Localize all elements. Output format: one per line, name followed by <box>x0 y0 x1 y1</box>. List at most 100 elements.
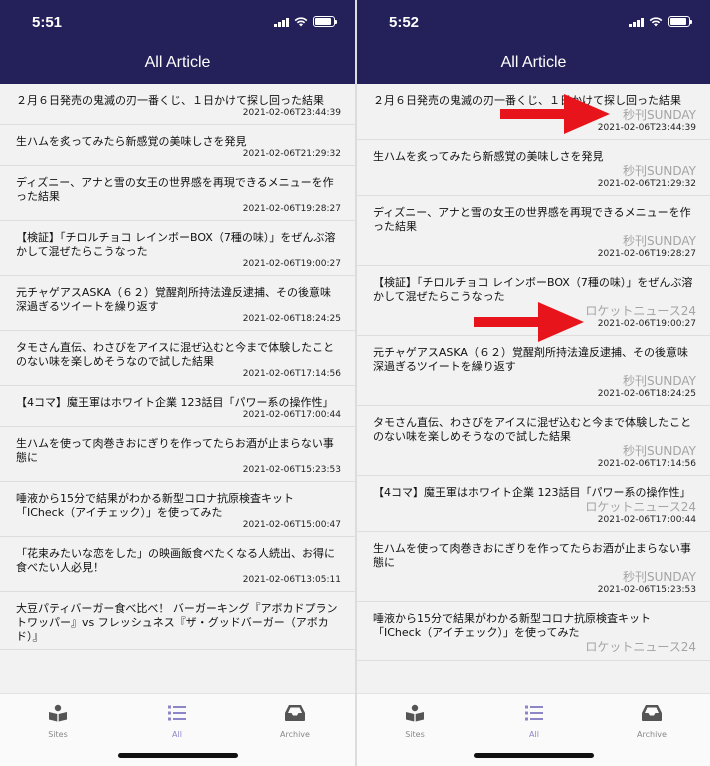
article-title: 「花束みたいな恋をした」の映画飯食べたくなる人続出、お得に食べたい人必見！ <box>16 547 335 574</box>
article-title: ２月６日発売の鬼滅の刃一番くじ、１日かけて探し回った結果 <box>16 94 324 107</box>
list-item[interactable]: 元チャゲアスASKA（６２）覚醒剤所持法違反逮捕、その後意味深過ぎるツイートを繰… <box>0 276 355 331</box>
list-item[interactable]: 元チャゲアスASKA（６２）覚醒剤所持法違反逮捕、その後意味深過ぎるツイートを繰… <box>357 336 710 406</box>
wifi-icon <box>294 17 308 27</box>
tab-label: Archive <box>280 730 310 739</box>
list-item[interactable]: ２月６日発売の鬼滅の刃一番くじ、１日かけて探し回った結果 2021-02-06T2… <box>0 84 355 125</box>
list-item[interactable]: 唾液から15分で結果がわかる新型コロナ抗原検査キット「ICheck（アイチェック… <box>0 482 355 537</box>
tab-label: Sites <box>405 730 425 739</box>
list-item[interactable]: 大豆パティバーガー食べ比べ！ バーガーキング『アボカドプラントワッパー』vs フ… <box>0 592 355 650</box>
article-title: 唾液から15分で結果がわかる新型コロナ抗原検査キット「ICheck（アイチェック… <box>16 492 294 519</box>
tab-archive[interactable]: Archive <box>612 704 692 739</box>
article-title: 元チャゲアスASKA（６２）覚醒剤所持法違反逮捕、その後意味深過ぎるツイートを繰… <box>16 286 331 313</box>
page-title: All Article <box>500 54 567 71</box>
article-source: 秒刊SUNDAY <box>622 570 696 584</box>
list-item[interactable]: 「花束みたいな恋をした」の映画飯食べたくなる人続出、お得に食べたい人必見！ 202… <box>0 537 355 592</box>
article-date: 2021-02-06T17:14:56 <box>242 369 341 379</box>
tab-label: Archive <box>637 730 667 739</box>
list-item[interactable]: タモさん直伝、わさびをアイスに混ぜ込むと今まで体験したことのない味を楽しめそうな… <box>357 406 710 476</box>
signal-icon <box>629 17 644 27</box>
article-title: ディズニー、アナと雪の女王の世界感を再現できるメニューを作った結果 <box>16 176 334 203</box>
status-icons <box>629 16 692 27</box>
list-item[interactable]: 唾液から15分で結果がわかる新型コロナ抗原検査キット「ICheck（アイチェック… <box>357 602 710 661</box>
article-title: タモさん直伝、わさびをアイスに混ぜ込むと今まで体験したことのない味を楽しめそうな… <box>373 416 692 443</box>
tab-all[interactable]: All <box>494 704 574 739</box>
list-item[interactable]: ディズニー、アナと雪の女王の世界感を再現できるメニューを作った結果 2021-02… <box>0 166 355 221</box>
article-date: 2021-02-06T17:00:44 <box>597 515 696 525</box>
list-icon <box>137 704 217 726</box>
annotation-arrow-icon <box>474 302 584 342</box>
tab-label: All <box>529 730 539 739</box>
article-date: 2021-02-06T15:23:53 <box>242 465 341 475</box>
article-date: 2021-02-06T17:00:44 <box>242 410 341 420</box>
tab-all[interactable]: All <box>137 704 217 739</box>
article-date: 2021-02-06T17:14:56 <box>597 459 696 469</box>
inbox-icon <box>255 704 335 726</box>
article-date: 2021-02-06T18:24:25 <box>597 389 696 399</box>
tab-bar: Sites All Archive <box>0 693 355 766</box>
inbox-icon <box>612 704 692 726</box>
status-icons <box>274 16 337 27</box>
tab-bar: Sites All Archive <box>357 693 710 766</box>
list-item[interactable]: 生ハムを炙ってみたら新感覚の美味しさを発見秒刊SUNDAY 2021-02-06T… <box>357 140 710 196</box>
article-title: 生ハムを炙ってみたら新感覚の美味しさを発見 <box>16 135 247 148</box>
tab-sites[interactable]: Sites <box>18 704 98 739</box>
article-title: 【4コマ】魔王軍はホワイト企業 123話目「パワー系の操作性」 <box>16 396 334 409</box>
status-time: 5:52 <box>389 14 420 31</box>
annotation-arrow-icon <box>500 94 610 134</box>
article-source: 秒刊SUNDAY <box>622 234 696 248</box>
home-indicator <box>117 753 238 758</box>
article-date: 2021-02-06T15:00:47 <box>242 520 341 530</box>
list-item[interactable]: 生ハムを使って肉巻きおにぎりを作ってたらお酒が止まらない事態に 秒刊SUNDAY 2… <box>357 532 710 602</box>
book-reader-icon <box>375 704 455 726</box>
article-date: 2021-02-06T21:29:32 <box>597 179 696 189</box>
list-item[interactable]: ディズニー、アナと雪の女王の世界感を再現できるメニューを作った結果 秒刊SUNDA… <box>357 196 710 266</box>
list-item[interactable]: タモさん直伝、わさびをアイスに混ぜ込むと今まで体験したことのない味を楽しめそうな… <box>0 331 355 386</box>
article-source: 秒刊SUNDAY <box>622 374 696 388</box>
header-bar: 5:51 All Article <box>0 0 355 84</box>
page-title: All Article <box>144 54 211 71</box>
article-source: ロケットニュース24 <box>585 640 696 654</box>
list-icon <box>494 704 574 726</box>
article-date: 2021-02-06T23:44:39 <box>242 108 341 118</box>
tab-label: All <box>172 730 182 739</box>
article-list[interactable]: ２月６日発売の鬼滅の刃一番くじ、１日かけて探し回った結果 2021-02-06T2… <box>0 84 355 694</box>
tab-sites[interactable]: Sites <box>375 704 455 739</box>
article-date: 2021-02-06T18:24:25 <box>242 314 341 324</box>
article-title: タモさん直伝、わさびをアイスに混ぜ込むと今まで体験したことのない味を楽しめそうな… <box>16 341 335 368</box>
battery-icon <box>313 16 337 27</box>
article-title: 元チャゲアスASKA（６２）覚醒剤所持法違反逮捕、その後意味深過ぎるツイートを繰… <box>373 346 688 373</box>
article-title: 大豆パティバーガー食べ比べ！ バーガーキング『アボカドプラントワッパー』vs フ… <box>16 602 338 643</box>
list-item[interactable]: 生ハムを炙ってみたら新感覚の美味しさを発見 2021-02-06T21:29:32 <box>0 125 355 166</box>
tab-label: Sites <box>48 730 68 739</box>
header-bar: 5:52 All Article <box>357 0 710 84</box>
signal-icon <box>274 17 289 27</box>
article-date: 2021-02-06T15:23:53 <box>597 585 696 595</box>
list-item[interactable]: 【検証】「チロルチョコ レインボーBOX（7種の味）」をぜんぶ溶かして混ぜたらこ… <box>0 221 355 276</box>
article-title: 生ハムを使って肉巻きおにぎりを作ってたらお酒が止まらない事態に <box>16 437 334 464</box>
article-title: 生ハムを炙ってみたら新感覚の美味しさを発見 <box>373 150 604 163</box>
article-date: 2021-02-06T21:29:32 <box>242 149 341 159</box>
article-title: ディズニー、アナと雪の女王の世界感を再現できるメニューを作った結果 <box>373 206 691 233</box>
home-indicator <box>473 753 594 758</box>
article-title: 生ハムを使って肉巻きおにぎりを作ってたらお酒が止まらない事態に <box>373 542 691 569</box>
article-source: 秒刊SUNDAY <box>622 444 696 458</box>
tab-archive[interactable]: Archive <box>255 704 335 739</box>
wifi-icon <box>649 17 663 27</box>
battery-icon <box>668 16 692 27</box>
list-item[interactable]: 生ハムを使って肉巻きおにぎりを作ってたらお酒が止まらない事態に 2021-02-0… <box>0 427 355 482</box>
list-item[interactable]: 【4コマ】魔王軍はホワイト企業 123話目「パワー系の操作性」 ロケットニュース2… <box>357 476 710 532</box>
status-time: 5:51 <box>32 14 63 31</box>
article-date: 2021-02-06T13:05:11 <box>242 575 341 585</box>
list-item[interactable]: 【4コマ】魔王軍はホワイト企業 123話目「パワー系の操作性」 2021-02-0… <box>0 386 355 427</box>
article-list[interactable]: ２月６日発売の鬼滅の刃一番くじ、１日かけて探し回った結果 秒刊SUNDAY 2021… <box>357 84 710 694</box>
article-title: 唾液から15分で結果がわかる新型コロナ抗原検査キット「ICheck（アイチェック… <box>373 612 651 639</box>
article-title: 【検証】「チロルチョコ レインボーBOX（7種の味）」をぜんぶ溶かして混ぜたらこ… <box>16 231 336 258</box>
article-title: 【4コマ】魔王軍はホワイト企業 123話目「パワー系の操作性」 <box>373 486 691 499</box>
article-source: ロケットニュース24 <box>585 500 696 514</box>
book-reader-icon <box>18 704 98 726</box>
article-source: 秒刊SUNDAY <box>622 164 696 178</box>
article-date: 2021-02-06T19:00:27 <box>242 259 341 269</box>
article-date: 2021-02-06T19:28:27 <box>597 249 696 259</box>
article-date: 2021-02-06T19:28:27 <box>242 204 341 214</box>
phone-screen-left: 5:51 All Article ２月６日発売の鬼滅の刃一番くじ、１日かけて探し… <box>0 0 355 766</box>
